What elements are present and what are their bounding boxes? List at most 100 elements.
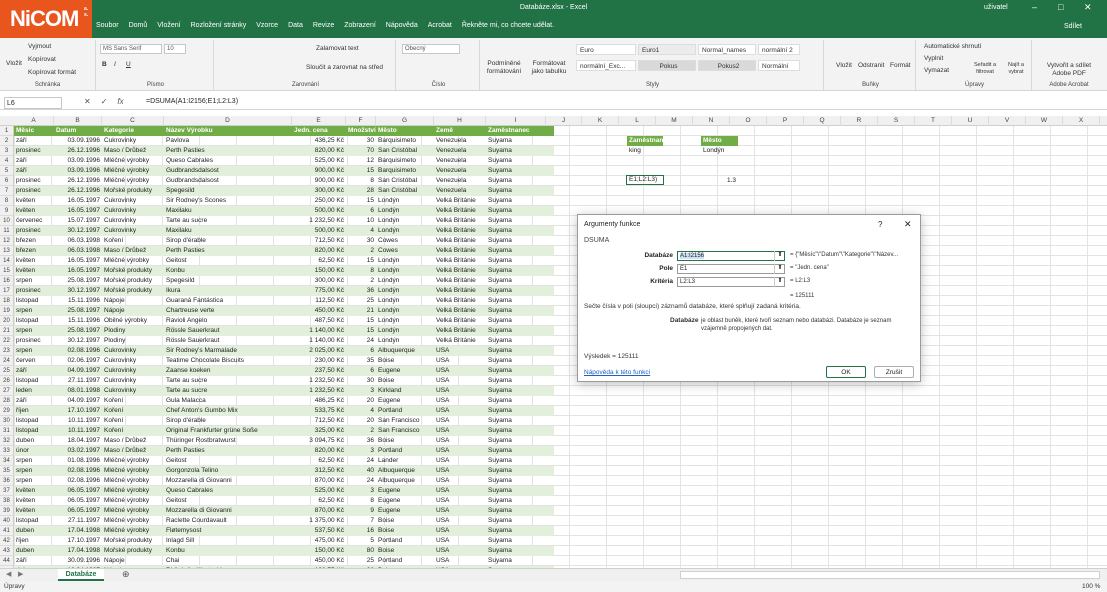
- table-cell[interactable]: březen: [14, 236, 54, 246]
- table-cell[interactable]: 36: [346, 436, 376, 446]
- table-cell[interactable]: Suyama: [486, 196, 546, 206]
- table-cell[interactable]: San Cristóbal: [376, 176, 434, 186]
- table-cell[interactable]: Suyama: [486, 136, 546, 146]
- row-header[interactable]: 27: [0, 386, 14, 396]
- table-cell[interactable]: Velká Británie: [434, 336, 486, 346]
- table-cell[interactable]: Suyama: [486, 446, 546, 456]
- table-cell[interactable]: 80: [346, 546, 376, 556]
- table-cell[interactable]: 08.01.1998: [54, 386, 102, 396]
- table-cell[interactable]: 36: [346, 286, 376, 296]
- table-cell[interactable]: Suyama: [486, 356, 546, 366]
- table-cell[interactable]: USA: [434, 506, 486, 516]
- table-cell[interactable]: Suyama: [486, 146, 546, 156]
- table-cell[interactable]: 30: [346, 136, 376, 146]
- table-cell[interactable]: listopad: [14, 416, 54, 426]
- table-cell[interactable]: Chai: [164, 556, 292, 566]
- table-cell[interactable]: Tarte au sucre: [164, 216, 292, 226]
- table-cell[interactable]: Barquisimeto: [376, 136, 434, 146]
- table-cell[interactable]: Suyama: [486, 186, 546, 196]
- ribbon-tab[interactable]: Rozložení stránky: [191, 22, 247, 34]
- table-cell[interactable]: USA: [434, 516, 486, 526]
- table-cell[interactable]: květen: [14, 496, 54, 506]
- column-title[interactable]: Město: [376, 126, 434, 136]
- table-cell[interactable]: Ikura: [164, 286, 292, 296]
- table-cell[interactable]: 325,00 Kč: [292, 426, 346, 436]
- table-cell[interactable]: Mléčné výrobky: [102, 166, 164, 176]
- table-cell[interactable]: 24: [346, 476, 376, 486]
- table-cell[interactable]: USA: [434, 536, 486, 546]
- table-cell[interactable]: Londýn: [376, 256, 434, 266]
- table-cell[interactable]: 820,00 Kč: [292, 446, 346, 456]
- column-header[interactable]: B: [54, 116, 102, 126]
- row-header[interactable]: 10: [0, 216, 14, 226]
- table-cell[interactable]: Portland: [376, 556, 434, 566]
- table-cell[interactable]: Velká Británie: [434, 286, 486, 296]
- table-cell[interactable]: Eugene: [376, 396, 434, 406]
- row-header[interactable]: 5: [0, 166, 14, 176]
- table-cell[interactable]: květen: [14, 256, 54, 266]
- table-cell[interactable]: Mozzarella di Giovanni: [164, 506, 292, 516]
- table-cell[interactable]: Suyama: [486, 536, 546, 546]
- table-cell[interactable]: Suyama: [486, 476, 546, 486]
- column-title[interactable]: Měsíc: [14, 126, 54, 136]
- cell-style[interactable]: Normální: [758, 60, 800, 71]
- table-cell[interactable]: Suyama: [486, 166, 546, 176]
- table-cell[interactable]: Suyama: [486, 376, 546, 386]
- table-cell[interactable]: 03.09.1996: [54, 136, 102, 146]
- table-cell[interactable]: Konbu: [164, 546, 292, 556]
- table-cell[interactable]: 15: [346, 326, 376, 336]
- row-header[interactable]: 28: [0, 396, 14, 406]
- table-cell[interactable]: 15.07.1997: [54, 216, 102, 226]
- table-cell[interactable]: Perth Pasties: [164, 246, 292, 256]
- ribbon-tab[interactable]: Zobrazení: [344, 22, 376, 34]
- column-header[interactable]: H: [434, 116, 486, 126]
- ribbon-tab[interactable]: Nápověda: [386, 22, 418, 34]
- arg-input-criteria[interactable]: L2:L3: [677, 277, 785, 287]
- row-header[interactable]: 40: [0, 516, 14, 526]
- row-header[interactable]: 20: [0, 316, 14, 326]
- table-cell[interactable]: 450,00 Kč: [292, 306, 346, 316]
- table-cell[interactable]: 1 140,00 Kč: [292, 336, 346, 346]
- table-cell[interactable]: Velká Británie: [434, 236, 486, 246]
- table-cell[interactable]: 15: [346, 166, 376, 176]
- table-cell[interactable]: září: [14, 136, 54, 146]
- help-link[interactable]: Nápověda k této funkci: [584, 369, 650, 376]
- column-header[interactable]: U: [952, 116, 989, 126]
- table-cell[interactable]: Velká Británie: [434, 326, 486, 336]
- table-cell[interactable]: 900,00 Kč: [292, 176, 346, 186]
- table-cell[interactable]: Velká Británie: [434, 256, 486, 266]
- table-cell[interactable]: 8: [346, 496, 376, 506]
- column-header[interactable]: K: [582, 116, 619, 126]
- table-cell[interactable]: Velká Británie: [434, 266, 486, 276]
- cell-n6[interactable]: 1.3: [701, 176, 738, 186]
- table-cell[interactable]: září: [14, 366, 54, 376]
- table-cell[interactable]: 26.12.1996: [54, 176, 102, 186]
- table-cell[interactable]: Londýn: [376, 196, 434, 206]
- table-cell[interactable]: Velká Británie: [434, 196, 486, 206]
- table-cell[interactable]: Velká Británie: [434, 296, 486, 306]
- column-header[interactable]: J: [546, 116, 582, 126]
- table-cell[interactable]: Mléčné výrobky: [102, 496, 164, 506]
- table-cell[interactable]: Suyama: [486, 426, 546, 436]
- table-cell[interactable]: 25.08.1997: [54, 306, 102, 316]
- table-cell[interactable]: 20: [346, 416, 376, 426]
- table-cell[interactable]: 150,00 Kč: [292, 266, 346, 276]
- table-cell[interactable]: 775,00 Kč: [292, 286, 346, 296]
- table-cell[interactable]: Suyama: [486, 526, 546, 536]
- table-cell[interactable]: 712,50 Kč: [292, 416, 346, 426]
- table-cell[interactable]: Maxilaku: [164, 206, 292, 216]
- table-cell[interactable]: 7: [346, 516, 376, 526]
- table-cell[interactable]: USA: [434, 406, 486, 416]
- table-cell[interactable]: Velká Británie: [434, 306, 486, 316]
- table-cell[interactable]: 237,50 Kč: [292, 366, 346, 376]
- table-cell[interactable]: 02.08.1996: [54, 466, 102, 476]
- table-cell[interactable]: Maxilaku: [164, 226, 292, 236]
- table-cell[interactable]: Eugene: [376, 506, 434, 516]
- close-icon[interactable]: ✕: [904, 219, 912, 230]
- row-header[interactable]: 33: [0, 446, 14, 456]
- table-cell[interactable]: Suyama: [486, 436, 546, 446]
- table-cell[interactable]: Koření: [102, 416, 164, 426]
- table-cell[interactable]: Suyama: [486, 366, 546, 376]
- table-cell[interactable]: Cowes: [376, 236, 434, 246]
- table-cell[interactable]: 04.09.1997: [54, 366, 102, 376]
